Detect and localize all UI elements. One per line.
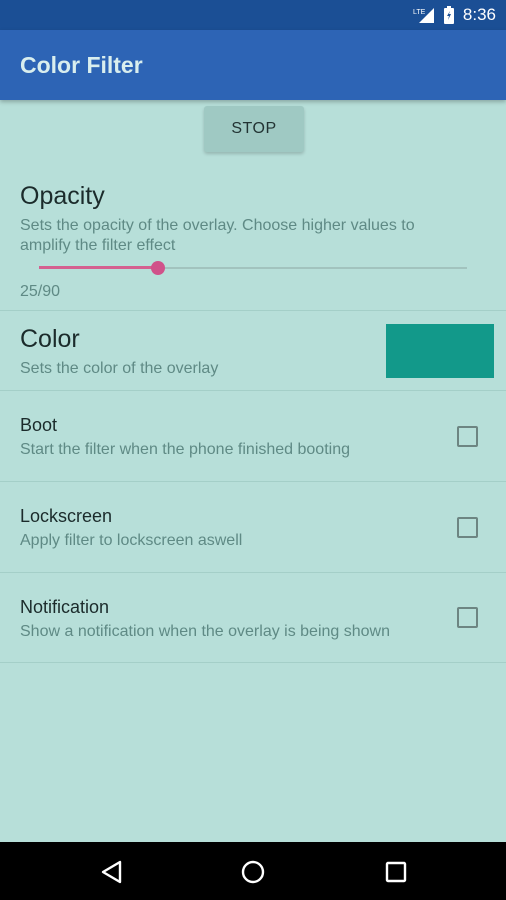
notification-checkbox[interactable] xyxy=(457,607,478,628)
lockscreen-summary: Apply filter to lockscreen aswell xyxy=(20,532,243,549)
recents-icon[interactable] xyxy=(383,859,409,885)
back-icon[interactable] xyxy=(99,859,125,885)
status-bar: LTE 8:36 xyxy=(0,0,506,30)
app-title: Color Filter xyxy=(20,51,143,78)
divider xyxy=(0,310,506,311)
color-swatch[interactable] xyxy=(386,324,494,378)
home-icon[interactable] xyxy=(240,859,266,885)
svg-text:LTE: LTE xyxy=(413,9,426,16)
lockscreen-checkbox[interactable] xyxy=(457,517,478,538)
opacity-summary-line1: Sets the opacity of the overlay. Choose … xyxy=(20,217,415,234)
color-title: Color xyxy=(20,325,80,353)
stop-button[interactable]: STOP xyxy=(204,106,304,152)
divider xyxy=(0,481,506,482)
battery-icon xyxy=(443,6,455,24)
settings-content: STOP Opacity Sets the opacity of the ove… xyxy=(0,100,506,842)
opacity-title: Opacity xyxy=(20,182,105,210)
opacity-value: 25/90 xyxy=(20,283,61,300)
navigation-bar xyxy=(0,842,506,900)
opacity-slider-fill xyxy=(39,266,158,269)
lockscreen-title: Lockscreen xyxy=(20,506,113,526)
opacity-slider-thumb[interactable] xyxy=(150,261,165,275)
divider xyxy=(0,662,506,663)
clock: 8:36 xyxy=(462,5,496,24)
divider xyxy=(0,390,506,391)
color-summary: Sets the color of the overlay xyxy=(20,360,219,377)
opacity-summary-line2: amplify the filter effect xyxy=(20,237,176,254)
lte-signal-icon: LTE xyxy=(413,6,435,24)
notification-title: Notification xyxy=(20,597,110,617)
notification-summary: Show a notification when the overlay is … xyxy=(20,623,390,640)
boot-summary: Start the filter when the phone finished… xyxy=(20,441,350,458)
divider xyxy=(0,572,506,573)
boot-title: Boot xyxy=(20,415,58,435)
boot-checkbox[interactable] xyxy=(457,426,478,447)
app-bar: Color Filter xyxy=(0,30,506,100)
